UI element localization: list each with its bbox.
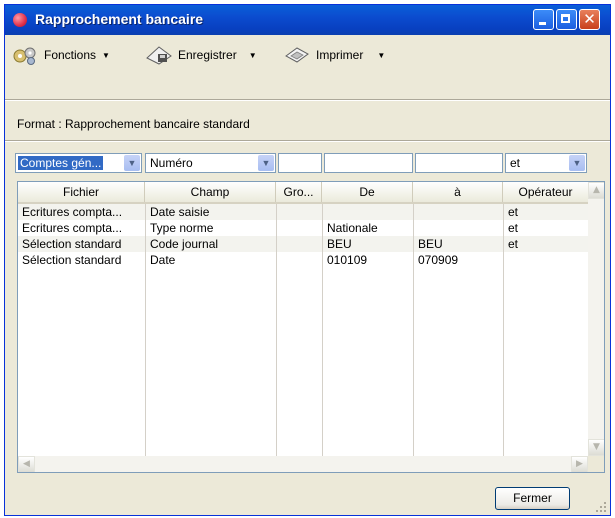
resize-grip-icon[interactable]	[595, 501, 607, 513]
table-cell-champ: Date saisie	[150, 205, 210, 219]
maximize-icon	[561, 14, 570, 23]
a-filter-input[interactable]	[415, 153, 503, 173]
save-document-icon	[145, 44, 173, 66]
scroll-up-button[interactable]: ▲	[588, 182, 604, 199]
column-divider	[503, 204, 504, 456]
gro-filter-input[interactable]	[278, 153, 322, 173]
table-header: Fichier Champ Gro... De à Opérateur	[18, 182, 588, 204]
horizontal-scrollbar[interactable]: ◀ ▶	[18, 456, 588, 472]
column-divider	[276, 204, 277, 456]
table-cell-fichier: Sélection standard	[22, 253, 122, 267]
table-cell-a: BEU	[418, 237, 443, 251]
column-header-a[interactable]: à	[413, 182, 503, 202]
fonctions-menu-button[interactable]: Fonctions ▼	[11, 35, 110, 75]
column-header-champ[interactable]: Champ	[145, 182, 276, 202]
gears-icon	[11, 44, 39, 66]
toolbar: Fonctions ▼ Enregistrer ▼ Imprimer ▼	[5, 35, 610, 75]
column-header-operateur[interactable]: Opérateur	[503, 182, 588, 202]
scroll-down-button[interactable]: ▼	[588, 439, 604, 456]
imprimer-menu-button[interactable]: Imprimer ▼	[283, 35, 385, 75]
chevron-down-icon[interactable]: ▼	[569, 155, 585, 171]
enregistrer-menu-button[interactable]: Enregistrer ▼	[145, 35, 257, 75]
imprimer-label: Imprimer	[316, 48, 364, 62]
table-cell-de	[327, 204, 411, 220]
column-divider	[322, 204, 323, 456]
de-filter-input[interactable]	[324, 153, 413, 173]
table-cell-a	[418, 204, 502, 220]
chevron-down-icon: ▼	[248, 50, 257, 60]
table-cell-fichier: Sélection standard	[22, 237, 122, 251]
table-cell-operateur: et	[508, 221, 519, 235]
criteria-table: Fichier Champ Gro... De à Opérateur Ecri…	[17, 181, 605, 473]
scroll-right-button[interactable]: ▶	[571, 456, 588, 472]
table-cell-champ: Type norme	[150, 221, 214, 235]
minimize-icon	[539, 22, 546, 25]
format-label: Format : Rapprochement bancaire standard	[17, 117, 250, 131]
column-header-gro[interactable]: Gro...	[276, 182, 322, 202]
chevron-down-icon: ▼	[377, 50, 386, 60]
scroll-left-button[interactable]: ◀	[18, 456, 35, 472]
window-title: Rapprochement bancaire	[35, 11, 204, 27]
table-cell-de: 010109	[327, 253, 368, 267]
operateur-filter-select[interactable]: et ▼	[505, 153, 587, 173]
title-bar[interactable]: Rapprochement bancaire ✕	[5, 5, 610, 35]
table-cell-de: BEU	[327, 237, 352, 251]
table-cell-a	[418, 220, 502, 236]
fonctions-label: Fonctions	[44, 48, 97, 62]
minimize-button[interactable]	[533, 9, 554, 30]
scrollbar-corner	[588, 456, 604, 472]
rapprochement-window: Rapprochement bancaire ✕ Fonctions ▼ Enr…	[4, 4, 611, 516]
chevron-down-icon: ▼	[102, 50, 110, 60]
table-cell-champ: Code journal	[150, 237, 219, 251]
table-cell-operateur: et	[508, 205, 519, 219]
vertical-scrollbar[interactable]: ▲ ▼	[588, 182, 604, 456]
column-header-fichier[interactable]: Fichier	[18, 182, 145, 202]
separator-highlight	[5, 100, 610, 101]
fermer-button[interactable]: Fermer	[495, 487, 570, 510]
print-icon	[283, 44, 311, 66]
table-cell-fichier: Ecritures compta...	[22, 205, 123, 219]
table-cell-de: Nationale	[327, 221, 378, 235]
operateur-filter-value: et	[510, 156, 521, 170]
fichier-filter-select[interactable]: Comptes gén... ▼	[15, 153, 142, 173]
chevron-down-icon[interactable]: ▼	[258, 155, 274, 171]
maximize-button[interactable]	[556, 9, 577, 30]
chevron-down-icon[interactable]: ▼	[124, 155, 140, 171]
enregistrer-label: Enregistrer	[178, 48, 237, 62]
column-divider	[145, 204, 146, 456]
table-cell-operateur	[508, 252, 586, 268]
champ-filter-select[interactable]: Numéro ▼	[145, 153, 276, 173]
close-icon: ✕	[583, 10, 596, 28]
fichier-filter-value: Comptes gén...	[18, 156, 104, 170]
column-divider	[413, 204, 414, 456]
table-cell-champ: Date	[150, 253, 176, 267]
table-cell-a: 070909	[418, 253, 459, 267]
close-window-button[interactable]: ✕	[579, 9, 600, 30]
table-cell-fichier: Ecritures compta...	[22, 221, 123, 235]
app-icon	[13, 13, 27, 27]
table-cell-operateur: et	[508, 237, 519, 251]
champ-filter-value: Numéro	[150, 156, 193, 170]
separator-highlight	[5, 141, 610, 142]
column-header-de[interactable]: De	[322, 182, 413, 202]
